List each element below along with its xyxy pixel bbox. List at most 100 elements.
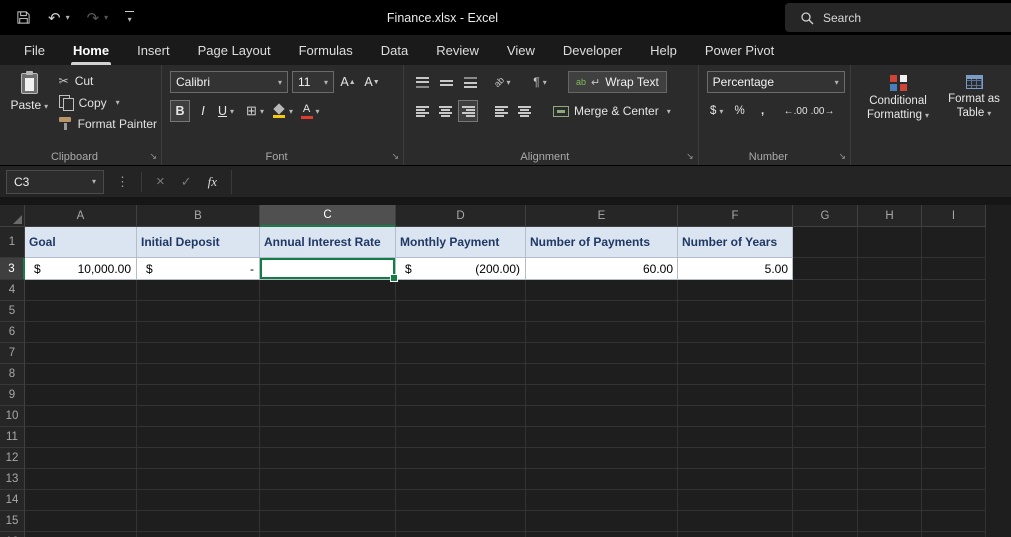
cell[interactable]	[922, 448, 986, 469]
cell[interactable]	[25, 469, 137, 490]
cell[interactable]	[793, 364, 858, 385]
search-box[interactable]: Search	[785, 3, 1011, 32]
cell[interactable]	[922, 469, 986, 490]
font-dialog-launcher-icon[interactable]	[391, 151, 399, 162]
cell[interactable]	[922, 343, 986, 364]
font-color-button[interactable]: A	[300, 100, 320, 122]
cell[interactable]	[793, 448, 858, 469]
increase-indent-button[interactable]	[514, 100, 534, 122]
cell[interactable]	[793, 301, 858, 322]
row-header[interactable]: 14	[0, 490, 25, 511]
cell[interactable]	[793, 532, 858, 537]
row-header-1[interactable]: 1	[0, 227, 25, 258]
cell[interactable]	[922, 406, 986, 427]
cell[interactable]	[25, 364, 137, 385]
cell[interactable]	[858, 343, 922, 364]
cell[interactable]	[25, 490, 137, 511]
cell[interactable]	[526, 448, 678, 469]
cell[interactable]	[260, 511, 396, 532]
cell[interactable]	[260, 301, 396, 322]
cell[interactable]	[396, 364, 526, 385]
insert-function-button[interactable]: fx	[208, 174, 217, 190]
cell[interactable]	[260, 427, 396, 448]
format-as-table-button[interactable]: Format as Table	[941, 71, 1007, 147]
cell-B1[interactable]: Initial Deposit	[137, 227, 260, 258]
cell[interactable]	[678, 511, 793, 532]
cell-A1[interactable]: Goal	[25, 227, 137, 258]
cell[interactable]	[858, 406, 922, 427]
row-header[interactable]: 11	[0, 427, 25, 448]
column-header-A[interactable]: A	[25, 205, 137, 227]
tab-home[interactable]: Home	[59, 35, 123, 65]
row-header[interactable]: 13	[0, 469, 25, 490]
cell[interactable]	[260, 343, 396, 364]
text-direction-button[interactable]	[530, 71, 550, 93]
cell[interactable]	[526, 490, 678, 511]
merge-center-button[interactable]: Merge & Center	[553, 100, 671, 122]
cell[interactable]	[922, 511, 986, 532]
underline-button[interactable]: U	[216, 100, 236, 122]
cell[interactable]	[858, 427, 922, 448]
cell[interactable]	[526, 511, 678, 532]
cell[interactable]	[396, 280, 526, 301]
wrap-text-button[interactable]: ab Wrap Text	[568, 71, 667, 93]
column-header-D[interactable]: D	[396, 205, 526, 227]
enter-icon[interactable]	[181, 173, 192, 191]
cell[interactable]	[137, 511, 260, 532]
cell[interactable]	[526, 406, 678, 427]
cell[interactable]	[137, 280, 260, 301]
cell-I3[interactable]	[922, 258, 986, 280]
cell[interactable]	[260, 469, 396, 490]
cell-C1[interactable]: Annual Interest Rate	[260, 227, 396, 258]
accounting-format-button[interactable]: $	[707, 100, 727, 122]
column-header-B[interactable]: B	[137, 205, 260, 227]
increase-decimal-button[interactable]: ←.00	[784, 100, 808, 122]
cell[interactable]	[922, 322, 986, 343]
column-header-G[interactable]: G	[793, 205, 858, 227]
cell[interactable]	[137, 427, 260, 448]
cell[interactable]	[25, 322, 137, 343]
cell[interactable]	[858, 364, 922, 385]
bottom-align-button[interactable]	[460, 71, 480, 93]
cell-E3[interactable]: 60.00	[526, 258, 678, 280]
save-button[interactable]	[16, 10, 31, 25]
cell[interactable]	[396, 532, 526, 537]
shrink-font-button[interactable]: A ▼	[362, 71, 382, 93]
cell[interactable]	[793, 280, 858, 301]
cell[interactable]	[137, 448, 260, 469]
cell[interactable]	[678, 532, 793, 537]
cell[interactable]	[25, 448, 137, 469]
cell[interactable]	[526, 322, 678, 343]
cell[interactable]	[137, 322, 260, 343]
font-size-combobox[interactable]: 11	[292, 71, 334, 93]
format-painter-button[interactable]: Format Painter	[58, 117, 157, 131]
row-header[interactable]: 10	[0, 406, 25, 427]
cell[interactable]	[526, 301, 678, 322]
cell[interactable]	[858, 448, 922, 469]
cell[interactable]	[922, 427, 986, 448]
decrease-decimal-button[interactable]: .00→	[811, 100, 835, 122]
cell[interactable]	[396, 448, 526, 469]
tab-developer[interactable]: Developer	[549, 35, 636, 65]
cell[interactable]	[260, 385, 396, 406]
cell[interactable]	[137, 469, 260, 490]
cell[interactable]	[922, 490, 986, 511]
cell[interactable]	[25, 343, 137, 364]
cell[interactable]	[25, 427, 137, 448]
cell[interactable]	[793, 511, 858, 532]
cell-H3[interactable]	[858, 258, 922, 280]
row-header[interactable]: 8	[0, 364, 25, 385]
cell-I1[interactable]	[922, 227, 986, 258]
cell[interactable]	[396, 343, 526, 364]
cell[interactable]	[396, 427, 526, 448]
cell[interactable]	[526, 343, 678, 364]
cell[interactable]	[678, 448, 793, 469]
cell[interactable]	[260, 406, 396, 427]
cell[interactable]	[678, 280, 793, 301]
cell-E1[interactable]: Number of Payments	[526, 227, 678, 258]
cell[interactable]	[25, 301, 137, 322]
cell[interactable]	[396, 301, 526, 322]
cell[interactable]	[396, 322, 526, 343]
cell[interactable]	[526, 364, 678, 385]
number-format-combobox[interactable]: Percentage	[706, 71, 845, 93]
